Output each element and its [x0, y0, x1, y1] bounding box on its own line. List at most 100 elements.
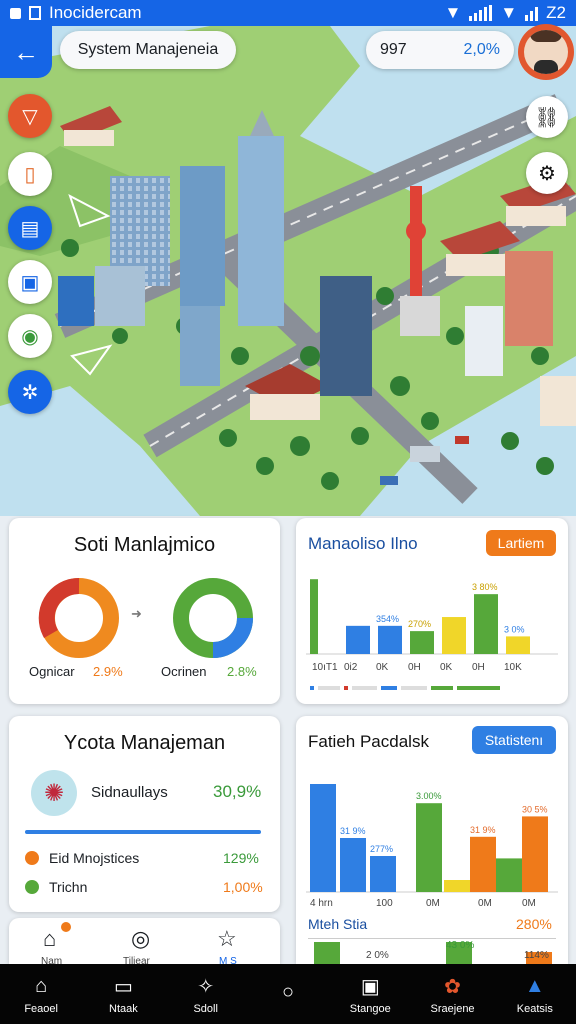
sub-divider	[308, 938, 556, 939]
chart-legend-strip	[310, 686, 501, 690]
progress-bar	[25, 830, 261, 834]
nav-messages[interactable]: ▭ Ntaak	[82, 964, 164, 1024]
link-icon: ⛓	[534, 106, 560, 129]
card-ycota-title: Ycota Manajeman	[63, 732, 226, 754]
star-icon[interactable]: ☆	[217, 926, 237, 952]
mini-nav-card[interactable]: ⌂ Nam ◎ Tiliear ☆ M S	[9, 918, 280, 964]
notification-icon	[10, 7, 21, 19]
x-tick-label-6: 10K	[504, 662, 522, 672]
card-ycota[interactable]: Ycota Manajeman ✺ Sidnaullays 30,9% Eid …	[9, 716, 280, 912]
wifi-icon: ▼	[444, 3, 462, 22]
bar-data-label-2: 270%	[408, 619, 431, 629]
nav-messages-label: Ntaak	[109, 1003, 138, 1015]
donut-left-label: Ognicar	[29, 664, 75, 679]
apps-icon: ✿	[444, 975, 461, 998]
page-title: System Manajeneia	[77, 41, 219, 58]
row1-value: 30,9%	[213, 782, 262, 801]
nav-stats[interactable]: ▲ Keatsis	[494, 964, 576, 1024]
mountain-icon: ▲	[524, 974, 545, 997]
bar-2	[378, 625, 402, 654]
settings-button[interactable]: ⚙	[526, 152, 568, 194]
wifi-icon-2: ▼	[500, 3, 518, 22]
row2-label: Eid Mnojstices	[49, 850, 140, 866]
avatar[interactable]	[518, 24, 574, 80]
donut-right	[173, 578, 253, 658]
target-icon[interactable]: ◎	[131, 926, 150, 952]
x-tick-label-2: 0M	[426, 898, 440, 906]
mini-nav-label-2: Tiliear	[123, 956, 150, 964]
donut-right-value: 2.8%	[227, 664, 257, 679]
donut-left	[38, 577, 119, 658]
x-tick-label-0: 4 hrn	[310, 898, 333, 906]
location-pin-icon: ◉	[21, 325, 39, 348]
nav-apps-label: Sraejene	[430, 1003, 475, 1015]
green-dot-icon	[25, 880, 39, 894]
bug-icon: ✺	[31, 770, 77, 816]
side-button-chart[interactable]: ▣	[8, 260, 52, 304]
nav-center[interactable]: ○	[247, 964, 329, 1024]
bar-data-label-1: 277%	[370, 844, 393, 854]
sub-bar-1	[314, 942, 340, 964]
nav-storage[interactable]: ▣ Stangoe	[329, 964, 411, 1024]
x-tick-label-3: 0H	[408, 662, 421, 672]
sim-icon	[29, 6, 41, 20]
bar-7	[522, 816, 548, 892]
nav-stats-label: Keatsis	[516, 1003, 553, 1015]
avatar-photo	[524, 30, 568, 74]
nav-storage-label: Stangoe	[349, 1003, 391, 1015]
side-button-door[interactable]: ▯	[8, 152, 52, 196]
arrow-left-icon: ←	[13, 36, 39, 67]
nav-apps[interactable]: ✿ Sraejene	[411, 964, 493, 1024]
network-icon: ✲	[21, 381, 39, 404]
x-tick-label-5: 0H	[472, 662, 485, 672]
x-tick-label-1: 100	[376, 898, 393, 906]
bottom-nav: ⌂ Feaoel ▭ Ntaak ✧ Sdoll ○ ▣ Stangoe ✿ Sraeje…	[0, 964, 576, 1024]
header-stats[interactable]: 997 2,0%	[366, 31, 514, 69]
window-icon: ▣	[360, 975, 380, 998]
folder-icon: ▤	[20, 217, 40, 240]
header-stat-a: 997	[380, 41, 407, 58]
card-manaoliso[interactable]: Manaoliso Ilno Lartiem 10ıT1 0i2 0K 0H 0K 0H 1…	[296, 518, 568, 704]
x-tick-label-0: 10ıT1	[312, 662, 338, 672]
page-title-pill[interactable]: System Manajeneia	[60, 31, 236, 69]
row3-label: Trichn	[49, 879, 88, 895]
back-button[interactable]: ←	[0, 26, 52, 78]
donut-right-label: Ocrinen	[161, 664, 207, 679]
bar-0	[310, 579, 318, 654]
x-tick-label-1: 0i2	[344, 662, 358, 672]
donut-left-value: 2.9%	[93, 664, 123, 679]
bar-5	[470, 836, 496, 892]
bar-6	[496, 858, 522, 892]
nav-compass[interactable]: ✧ Sdoll	[165, 964, 247, 1024]
home-icon: ⌂	[35, 974, 48, 997]
statisteni-button[interactable]: Statistenı	[472, 726, 556, 754]
bar-2	[370, 856, 396, 892]
sub-bar-label-2: 43 0%	[446, 940, 475, 951]
bar-data-label-4: 30 5%	[522, 804, 548, 814]
gear-icon: ⚙	[538, 162, 556, 185]
city-map[interactable]	[0, 26, 576, 516]
side-button-network[interactable]: ✲	[8, 370, 52, 414]
card-fatieh[interactable]: Fatieh Pacdalsk Statistenı 4 hrn 100 0M 0M 0…	[296, 716, 568, 964]
bar-data-label-2: 3.00%	[416, 791, 442, 801]
x-tick-label-4: 0M	[522, 898, 536, 906]
row1-label: Sidnaullays	[91, 784, 168, 801]
side-button-vector[interactable]: ▽	[8, 94, 52, 138]
bar-3	[410, 631, 434, 654]
side-button-folder[interactable]: ▤	[8, 206, 52, 250]
link-button[interactable]: ⛓	[526, 96, 568, 138]
sub-title: Mteh Stia	[308, 916, 368, 932]
bar-data-label-3: 31 9%	[470, 825, 496, 835]
status-bar: Inocidercam ▼ ▼ Z2	[0, 0, 576, 26]
signal-icon-2	[525, 5, 539, 21]
home-icon[interactable]: ⌂	[43, 926, 56, 952]
lartiem-button[interactable]: Lartiem	[486, 530, 556, 556]
nav-home[interactable]: ⌂ Feaoel	[0, 964, 82, 1024]
bar-data-label-0: 31 9%	[340, 826, 366, 836]
row2-value: 129%	[223, 850, 259, 866]
side-button-location[interactable]: ◉	[8, 314, 52, 358]
card-soti[interactable]: Soti Manlajmico ➜ Ognicar 2.9% Ocrinen 2…	[9, 518, 280, 704]
row3-value: 1,00%	[223, 879, 263, 895]
signal-icon	[469, 5, 493, 21]
nav-compass-label: Sdoll	[193, 1003, 218, 1015]
